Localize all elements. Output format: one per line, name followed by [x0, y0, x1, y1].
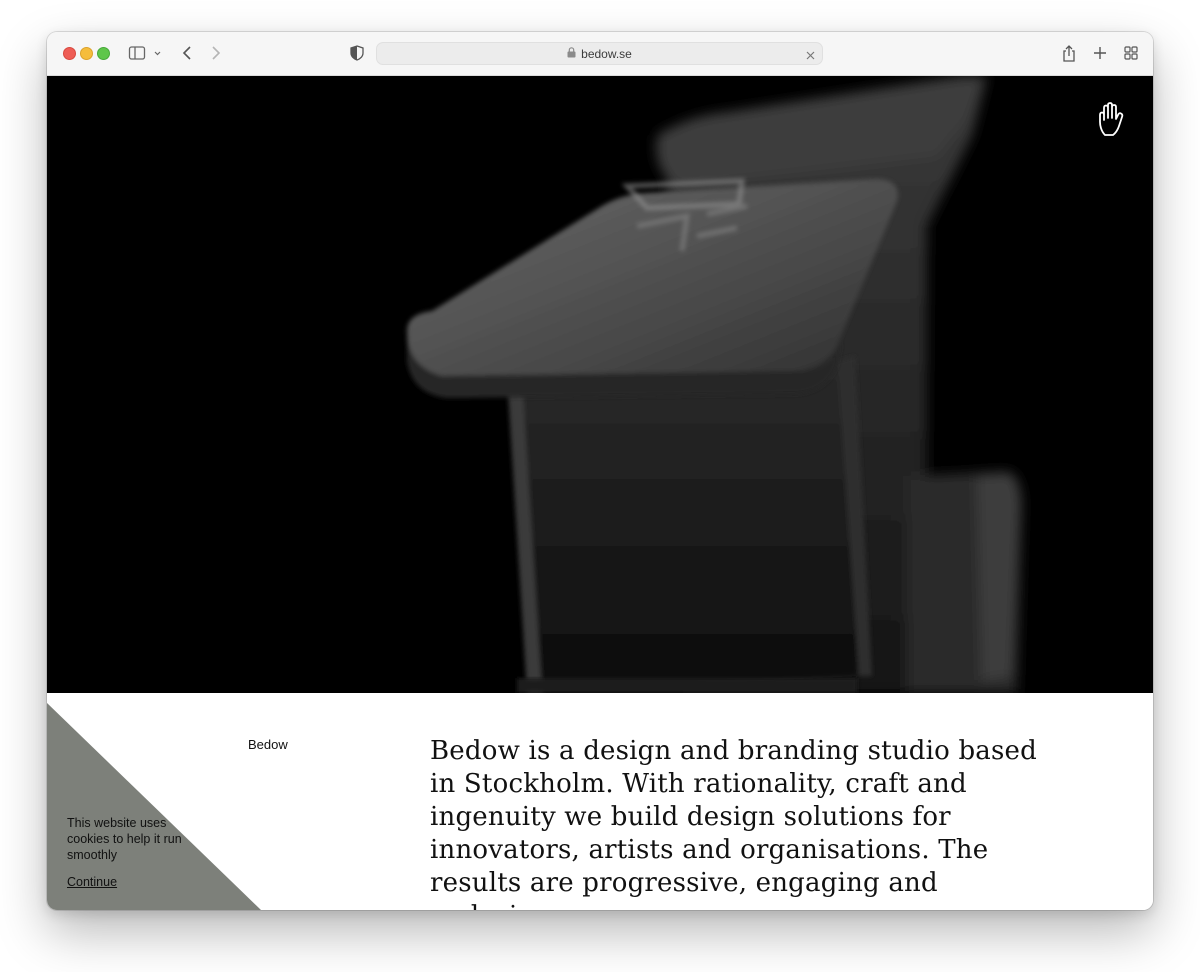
intro-section: This website uses cookies to help it run… — [47, 693, 1153, 910]
hand-icon[interactable] — [1097, 102, 1127, 143]
hero-image — [47, 76, 1153, 693]
shield-icon[interactable] — [347, 43, 367, 63]
minimize-window-button[interactable] — [80, 47, 93, 60]
plus-icon[interactable] — [1090, 43, 1110, 63]
tab-overview-icon[interactable] — [1121, 43, 1141, 63]
cookie-message: This website uses cookies to help it run… — [67, 816, 182, 862]
close-icon[interactable] — [805, 48, 816, 66]
url-text: bedow.se — [581, 46, 632, 61]
chevron-left-icon[interactable] — [178, 43, 196, 63]
browser-toolbar: bedow.se — [47, 32, 1153, 76]
address-bar[interactable]: bedow.se — [376, 42, 823, 65]
intro-text: Bedow is a design and branding studio ba… — [430, 736, 1037, 910]
chevron-right-icon[interactable] — [207, 43, 225, 63]
cookie-continue-button[interactable]: Continue — [67, 875, 117, 889]
sidebar-icon[interactable] — [127, 43, 163, 63]
browser-window: bedow.se This website uses cookies to he… — [47, 32, 1153, 910]
close-window-button[interactable] — [63, 47, 76, 60]
lock-icon — [567, 46, 576, 61]
share-icon[interactable] — [1059, 43, 1079, 63]
hero-product-photo — [47, 76, 1153, 693]
zoom-window-button[interactable] — [97, 47, 110, 60]
brand-name[interactable]: Bedow — [248, 737, 288, 752]
